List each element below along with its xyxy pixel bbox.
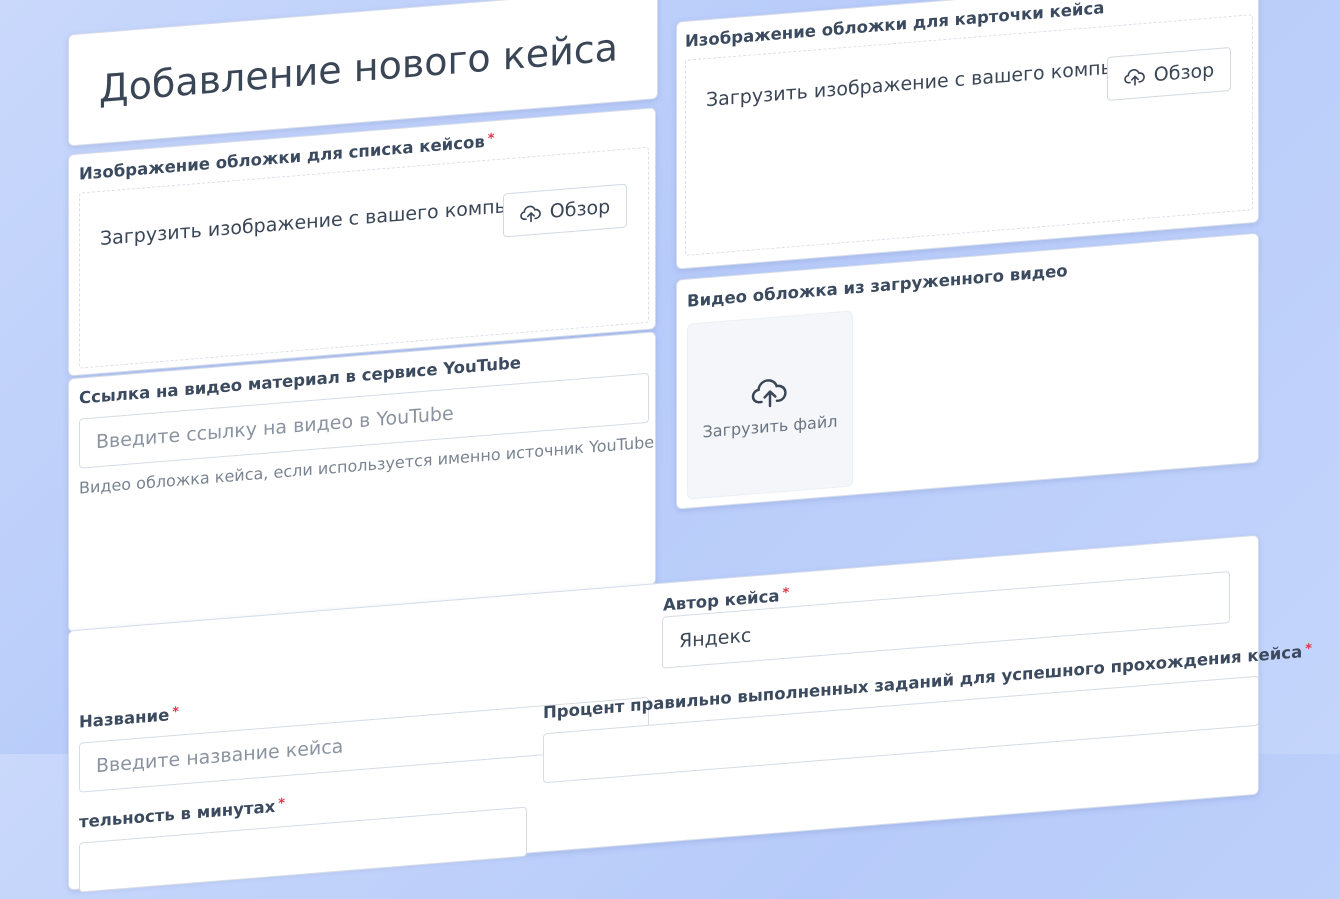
cloud-upload-icon	[1123, 66, 1146, 88]
video-cover-label: Видео обложка из загруженного видео	[687, 261, 1068, 311]
required-mark: *	[172, 704, 180, 721]
cover-card-card: Изображение обложки для карточки кейса З…	[676, 0, 1259, 270]
dropzone-text: Загрузить файл	[702, 411, 838, 441]
required-mark: *	[782, 585, 790, 602]
cover-card-browse-button[interactable]: Обзор	[1107, 46, 1231, 101]
browse-label: Обзор	[1153, 59, 1215, 87]
name-label: Название *	[79, 704, 180, 732]
required-mark: *	[278, 796, 286, 812]
browse-label: Обзор	[549, 195, 611, 223]
cover-list-browse-button[interactable]: Обзор	[503, 183, 627, 238]
required-mark: *	[1305, 641, 1313, 657]
youtube-card: Ссылка на видео материал в сервисе YouTu…	[68, 331, 656, 633]
cover-card-upload-area[interactable]: Загрузить изображение с вашего компьютер…	[685, 14, 1253, 256]
required-mark: *	[487, 131, 495, 147]
form-stage: Добавление нового кейса Изображение обло…	[0, 0, 1340, 893]
cover-list-upload-area[interactable]: Загрузить изображение с вашего компьютер…	[79, 146, 649, 369]
cloud-upload-icon	[750, 373, 790, 410]
page-title: Добавление нового кейса	[99, 25, 618, 112]
video-upload-dropzone[interactable]: Загрузить файл	[687, 310, 853, 500]
video-cover-card: Видео обложка из загруженного видео Загр…	[676, 232, 1259, 510]
cloud-upload-icon	[519, 202, 542, 224]
duration-label: тельность в минутах *	[79, 796, 286, 832]
cover-list-card: Изображение обложки для списка кейсов * З…	[68, 107, 656, 377]
